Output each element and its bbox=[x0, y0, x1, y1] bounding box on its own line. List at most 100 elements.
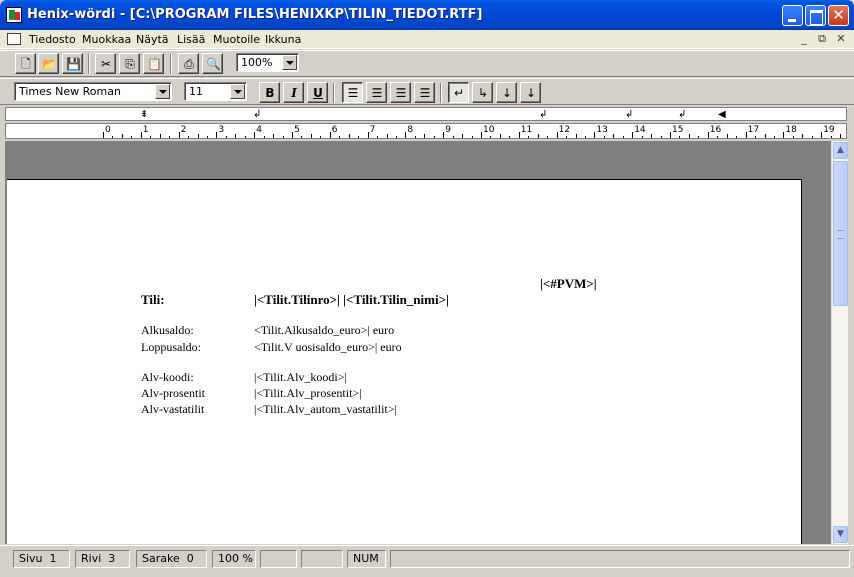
tab-left-button[interactable]: ↵ bbox=[448, 82, 469, 103]
status-empty-panel bbox=[260, 550, 297, 568]
font-size-combo[interactable]: 11 bbox=[184, 82, 247, 101]
tili-label: Tili: bbox=[141, 292, 165, 307]
chevron-down-icon[interactable] bbox=[282, 55, 297, 70]
alv-prosentit-label: Alv-prosentit bbox=[141, 386, 205, 400]
vertical-scrollbar[interactable]: ▲ ▼ bbox=[831, 141, 848, 544]
loppusaldo-label: Loppusaldo: bbox=[141, 340, 201, 354]
maximize-button[interactable] bbox=[805, 5, 826, 26]
ruler-number: 16 bbox=[709, 125, 722, 135]
document-menu-icon[interactable] bbox=[7, 33, 21, 45]
tab-decimal-button[interactable]: ↓ bbox=[520, 82, 541, 103]
ruler-number: 5 bbox=[294, 125, 300, 135]
align-left-button[interactable]: ☰ bbox=[342, 82, 363, 103]
ruler-tick bbox=[395, 136, 397, 138]
ruler-tick bbox=[613, 134, 615, 138]
print-button[interactable]: ⎙ bbox=[178, 53, 199, 74]
scroll-up-button[interactable]: ▲ bbox=[833, 142, 848, 159]
menu-tiedosto[interactable]: Tiedosto bbox=[29, 33, 76, 46]
title-bar[interactable]: Henix-wördi - [C:\PROGRAM FILES\HENIXKP\… bbox=[0, 0, 854, 30]
zoom-value: 100% bbox=[241, 56, 273, 69]
close-button[interactable]: ✕ bbox=[828, 5, 849, 26]
ruler-number: 8 bbox=[407, 125, 414, 135]
menu-nayta[interactable]: Näytä bbox=[136, 33, 169, 46]
ruler-tick bbox=[433, 136, 435, 138]
save-button[interactable]: 💾 bbox=[62, 53, 83, 74]
tab-stop-ruler[interactable]: ⇟ ↲ ↲ ↲ ↲ ◀ bbox=[5, 107, 847, 121]
ruler-tick bbox=[603, 136, 605, 138]
align-center-button[interactable]: ☰ bbox=[390, 82, 411, 103]
tili-value: |<Tilit.Tilinro>| |<Tilit.Tilin_nimi>| bbox=[254, 292, 449, 307]
print-preview-icon: 🔍 bbox=[206, 57, 221, 71]
app-icon[interactable] bbox=[6, 7, 22, 23]
alv-vastatilit-value: |<Tilit.Alv_autom_vastatilit>| bbox=[254, 402, 397, 416]
align-right-button[interactable]: ☰ bbox=[366, 82, 387, 103]
bold-button[interactable]: B bbox=[259, 82, 280, 103]
doc-close-icon[interactable]: ✕ bbox=[834, 32, 848, 46]
scroll-down-button[interactable]: ▼ bbox=[833, 526, 848, 543]
status-column: Sarake 0 bbox=[136, 550, 207, 568]
ruler-number: 10 bbox=[483, 125, 495, 135]
align-right-icon: ☰ bbox=[371, 86, 383, 100]
doc-restore-icon[interactable]: ⧉ bbox=[815, 32, 829, 46]
menu-muokkaa[interactable]: Muokkaa bbox=[82, 33, 131, 46]
ruler-tick bbox=[348, 134, 350, 138]
zoom-combo[interactable]: 100% bbox=[236, 53, 299, 72]
doc-minimize-icon[interactable]: _ bbox=[797, 32, 811, 46]
ruler-tick bbox=[688, 134, 690, 138]
italic-button[interactable]: I bbox=[283, 82, 304, 103]
ruler-tick bbox=[566, 136, 568, 138]
ruler-tick bbox=[537, 134, 539, 138]
ruler-tick bbox=[462, 134, 464, 138]
alv-prosentit-value: |<Tilit.Alv_prosentit>| bbox=[254, 386, 362, 400]
right-margin-marker-icon[interactable]: ◀ bbox=[718, 110, 726, 120]
new-button[interactable]: 🗋 bbox=[15, 53, 36, 74]
status-row-label: Rivi bbox=[81, 552, 102, 565]
tab-stop-icon[interactable]: ↲ bbox=[539, 110, 547, 120]
ruler-tick bbox=[367, 132, 369, 138]
ruler-number: 15 bbox=[672, 125, 684, 135]
alv-koodi-label: Alv-koodi: bbox=[141, 370, 194, 384]
underline-button[interactable]: U bbox=[307, 82, 328, 103]
font-size-value: 11 bbox=[189, 85, 203, 98]
menu-lisaa[interactable]: Lisää bbox=[177, 33, 205, 46]
tab-center-button[interactable]: ↓ bbox=[496, 82, 517, 103]
minimize-button[interactable] bbox=[782, 5, 803, 26]
format-toolbar: Times New Roman 11 B I U ☰ ☰ ☰ ☰ ↵ ↳ ↓ ↓ bbox=[0, 78, 854, 105]
tab-stop-icon[interactable]: ↲ bbox=[678, 110, 686, 120]
ruler-tick bbox=[755, 136, 757, 138]
font-combo[interactable]: Times New Roman bbox=[14, 82, 172, 101]
print-preview-button[interactable]: 🔍 bbox=[202, 53, 223, 74]
ruler-number: 19 bbox=[823, 125, 835, 135]
status-column-label: Sarake bbox=[142, 552, 180, 565]
justify-button[interactable]: ☰ bbox=[414, 82, 435, 103]
tab-right-button[interactable]: ↳ bbox=[472, 82, 493, 103]
document-page[interactable]: |<#PVM>| Tili: |<Tilit.Tilinro>| |<Tilit… bbox=[7, 179, 802, 544]
ruler-tick bbox=[736, 136, 738, 138]
menu-muotoile[interactable]: Muotoile bbox=[213, 33, 260, 46]
paste-button[interactable]: 📋 bbox=[143, 53, 164, 74]
copy-button[interactable]: ⎘ bbox=[119, 53, 140, 74]
ruler-tick bbox=[811, 136, 813, 138]
ruler-tick bbox=[594, 132, 596, 138]
ruler-tick bbox=[329, 132, 331, 138]
tab-stop-icon[interactable]: ↲ bbox=[625, 110, 633, 120]
ruler-number: 2 bbox=[180, 125, 187, 135]
alkusaldo-label: Alkusaldo: bbox=[141, 323, 194, 337]
open-button[interactable]: 📂 bbox=[38, 53, 59, 74]
bold-icon: B bbox=[265, 86, 275, 100]
indent-marker-icon[interactable]: ⇟ bbox=[140, 110, 148, 120]
alv-vastatilit-label: Alv-vastatilit bbox=[141, 402, 205, 416]
ruler-tick bbox=[235, 134, 237, 138]
menu-ikkuna[interactable]: Ikkuna bbox=[265, 33, 301, 46]
tab-stop-icon[interactable]: ↲ bbox=[253, 110, 261, 120]
editor-area[interactable]: |<#PVM>| Tili: |<Tilit.Tilinro>| |<Tilit… bbox=[5, 141, 831, 544]
ruler-tick bbox=[443, 132, 445, 138]
ruler-tick bbox=[405, 132, 407, 138]
ruler-tick bbox=[698, 136, 700, 138]
ruler-number: 13 bbox=[596, 125, 608, 135]
printer-icon: ⎙ bbox=[184, 57, 194, 71]
scroll-thumb[interactable] bbox=[833, 161, 848, 306]
chevron-down-icon[interactable] bbox=[230, 84, 245, 99]
chevron-down-icon[interactable] bbox=[155, 84, 170, 99]
cut-button[interactable]: ✂ bbox=[95, 53, 116, 74]
